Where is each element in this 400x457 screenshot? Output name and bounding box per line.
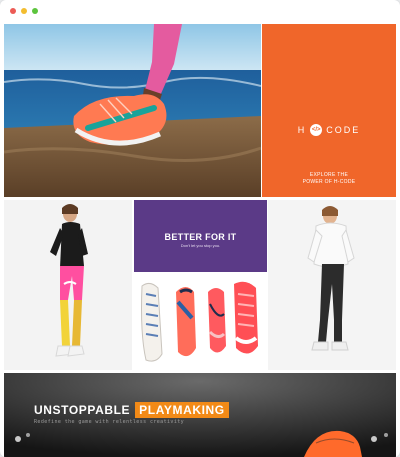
better-subtitle: Don't let you stop you. (180, 243, 221, 248)
brand-promo-tile[interactable]: H </> CODE EXPLORE THE POWER OF H-CODE (262, 24, 396, 197)
hero-shoe-image[interactable] (4, 24, 261, 197)
logo-letter-h: H (297, 125, 307, 135)
model-hoodie-image[interactable] (268, 200, 396, 370)
model-illustration-right (307, 206, 355, 351)
hero-photo-illustration (4, 24, 261, 197)
caption-line-2: POWER OF H-CODE (302, 179, 356, 185)
window-controls (10, 8, 38, 14)
logo-word-code: CODE (326, 125, 361, 135)
h-code-logo: H </> CODE (262, 124, 396, 136)
model-illustration-left (50, 204, 88, 357)
banner-tagline: Redefine the game with relentless creati… (34, 419, 185, 425)
banner-title: UNSTOPPABLE PLAYMAKING (34, 402, 229, 418)
playmaking-banner[interactable]: UNSTOPPABLE PLAYMAKING Redefine the game… (4, 373, 396, 457)
brand-caption: EXPLORE THE POWER OF H-CODE (262, 172, 396, 186)
browser-window: H </> CODE EXPLORE THE POWER OF H-CODE B… (0, 0, 400, 457)
minimize-window-button[interactable] (21, 8, 27, 14)
banner-title-word: UNSTOPPABLE (34, 403, 131, 417)
code-icon: </> (310, 124, 323, 136)
banner-title-highlight: PLAYMAKING (135, 402, 229, 418)
caption-line-1: EXPLORE THE (309, 172, 349, 178)
maximize-window-button[interactable] (32, 8, 38, 14)
better-for-it-tile[interactable]: BETTER FOR IT Don't let you stop you. (134, 200, 267, 272)
better-title: BETTER FOR IT (164, 232, 237, 242)
close-window-button[interactable] (10, 8, 16, 14)
shoe-lineup-image[interactable] (134, 274, 267, 370)
model-leggings-image[interactable] (4, 200, 132, 370)
shoe-lineup-illustration (141, 281, 258, 362)
